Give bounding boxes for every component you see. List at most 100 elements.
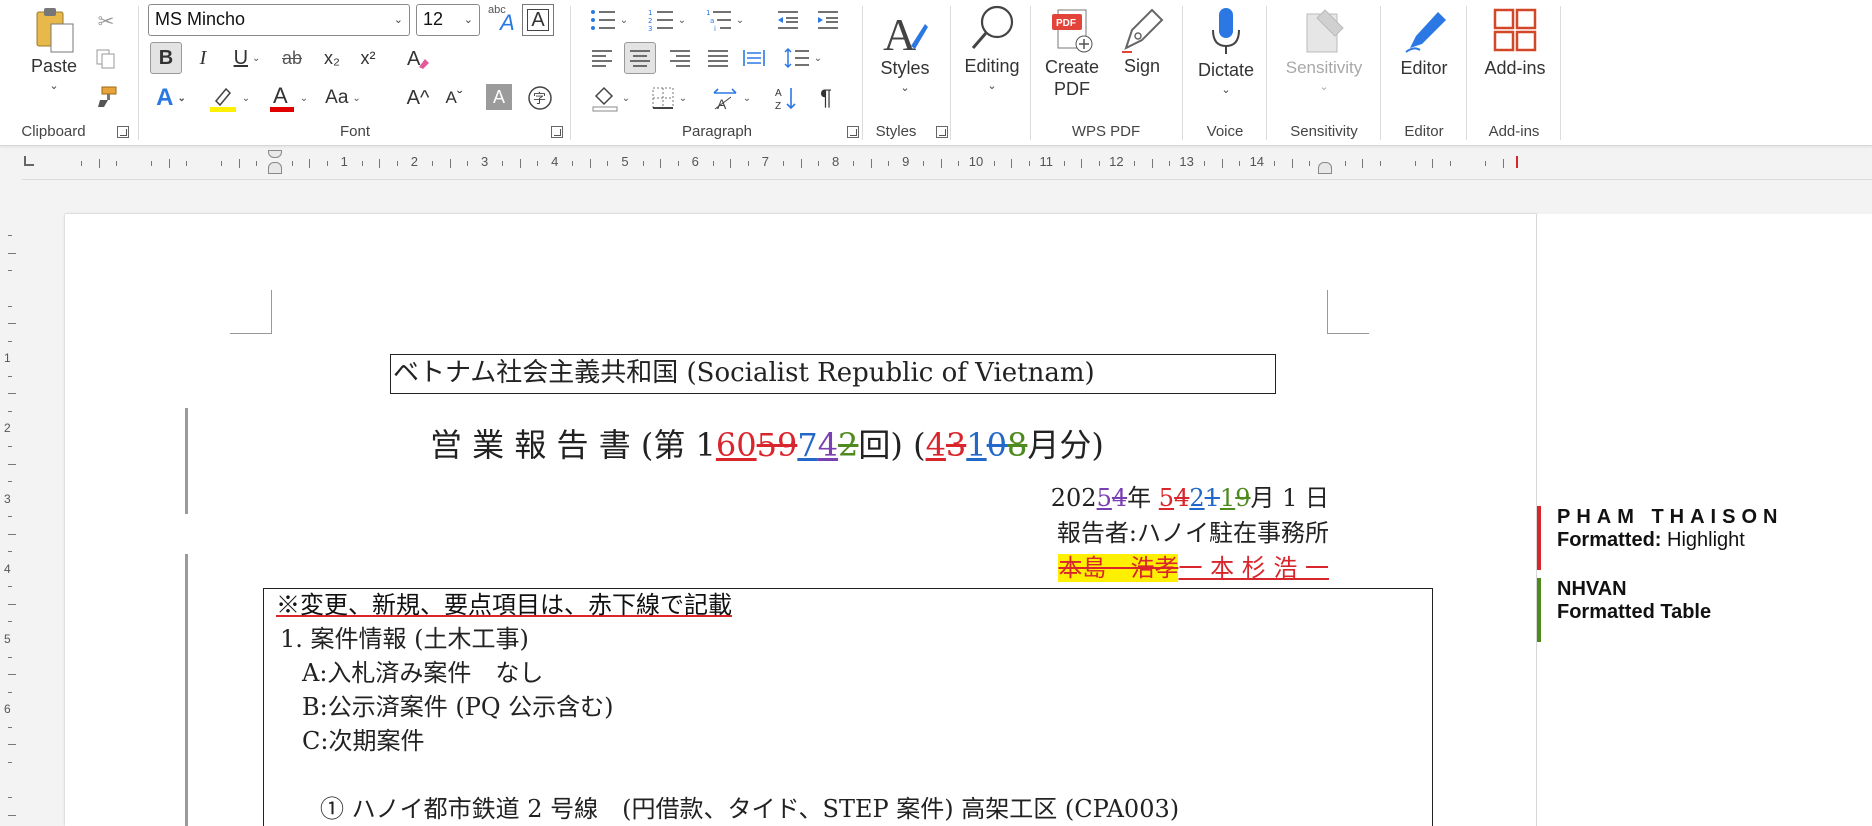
show-marks-button[interactable]: ¶ bbox=[810, 82, 842, 114]
ruler-tick bbox=[186, 161, 188, 166]
italic-button[interactable]: I bbox=[188, 42, 218, 74]
paste-button[interactable]: Paste ⌄ bbox=[24, 6, 84, 92]
reporter-name[interactable]: 本島 浩孝一 本 杉 浩 一 bbox=[1058, 552, 1329, 584]
addins-grid-icon bbox=[1493, 8, 1537, 52]
increase-indent-icon[interactable] bbox=[812, 4, 844, 36]
title-suffix: 月分) bbox=[1027, 426, 1104, 464]
comment-balloon[interactable]: NHVAN Formatted Table bbox=[1537, 578, 1867, 642]
ruler-tick bbox=[1133, 161, 1135, 166]
tab-selector-icon[interactable] bbox=[24, 156, 34, 166]
clear-formatting-icon[interactable]: abc A bbox=[486, 2, 522, 36]
paste-dropdown-icon[interactable]: ⌄ bbox=[24, 79, 84, 92]
table-row[interactable]: ① ハノイ都市鉄道 2 号線 (円借款、タイド、STEP 案件) 高架工区 (C… bbox=[320, 793, 1179, 825]
table-row[interactable]: C:次期案件 bbox=[302, 725, 424, 757]
right-indent-marker[interactable] bbox=[1318, 162, 1332, 174]
ruler-tick bbox=[1063, 161, 1065, 166]
editing-button[interactable]: Editing ⌄ bbox=[956, 2, 1028, 92]
ruler-tick bbox=[853, 161, 855, 166]
borders-button[interactable]: ⌄ bbox=[644, 82, 694, 114]
hanging-indent-marker[interactable] bbox=[268, 162, 282, 174]
sign-button[interactable]: Sign bbox=[1112, 6, 1172, 77]
underline-button[interactable]: U ⌄ bbox=[224, 42, 270, 74]
table-row[interactable]: ※変更、新規、要点項目は、赤下線で記載 bbox=[276, 589, 732, 621]
distributed-icon[interactable] bbox=[738, 42, 770, 74]
text-effects-button[interactable]: A ⌄ bbox=[148, 82, 194, 114]
ruler-tick bbox=[151, 161, 153, 166]
report-date[interactable]: 20254年 542119月 1 日 bbox=[1051, 482, 1329, 514]
change-case-button[interactable]: Aa ⌄ bbox=[318, 82, 368, 114]
divider bbox=[22, 179, 1872, 180]
report-title[interactable]: 営 業 報 告 書 (第 16059742回) (43108月分) bbox=[430, 424, 1104, 466]
table-row[interactable]: A:入札済み案件 なし bbox=[302, 657, 543, 689]
chevron-down-icon: ⌄ bbox=[621, 92, 631, 104]
clear-all-formatting-icon[interactable]: A bbox=[402, 42, 434, 74]
superscript-button[interactable]: x² bbox=[352, 42, 384, 74]
first-line-indent-marker[interactable] bbox=[268, 150, 282, 158]
paste-label: Paste bbox=[30, 56, 78, 76]
bullets-button[interactable]: ⌄ bbox=[584, 4, 634, 36]
numbering-button[interactable]: 123 ⌄ bbox=[642, 4, 692, 36]
ruler-tick bbox=[326, 161, 328, 166]
shading-button[interactable]: ⌄ bbox=[586, 82, 636, 114]
character-shading-button[interactable]: A bbox=[486, 84, 512, 110]
multilevel-list-button[interactable]: 1ai ⌄ bbox=[700, 4, 750, 36]
ruler-tick bbox=[1502, 159, 1504, 168]
format-painter-icon[interactable] bbox=[92, 84, 120, 110]
font-size-select[interactable]: 12 ⌄ bbox=[416, 4, 480, 36]
asian-layout-button[interactable]: A ⌄ bbox=[706, 82, 756, 114]
ruler-tick bbox=[8, 551, 12, 553]
reporter-line[interactable]: 報告者:ハノイ駐在事務所 bbox=[1057, 517, 1329, 549]
clipboard-launcher-icon[interactable] bbox=[117, 126, 129, 138]
ruler-tick bbox=[8, 726, 12, 728]
country-title-box[interactable]: ベトナム社会主義共和国 (Socialist Republic of Vietn… bbox=[390, 354, 1276, 394]
content-table[interactable]: ※変更、新規、要点項目は、赤下線で記載 1. 案件情報 (土木工事) A:入札済… bbox=[263, 588, 1433, 826]
editor-button[interactable]: Editor bbox=[1386, 6, 1462, 79]
paragraph-launcher-icon[interactable] bbox=[847, 126, 859, 138]
create-pdf-button[interactable]: PDF Create PDF bbox=[1040, 6, 1104, 100]
text-effects-icon: A bbox=[156, 84, 174, 111]
ruler-tick bbox=[923, 161, 925, 166]
ruler-label: 14 bbox=[1249, 154, 1265, 169]
strikethrough-button[interactable]: ab bbox=[274, 42, 310, 74]
chevron-down-icon: ⌄ bbox=[393, 14, 403, 26]
font-launcher-icon[interactable] bbox=[551, 126, 563, 138]
enclose-characters-icon[interactable]: 字 bbox=[524, 82, 556, 114]
sort-icon[interactable]: AZ bbox=[770, 82, 802, 114]
grow-font-button[interactable]: A^ bbox=[402, 82, 434, 114]
comment-balloon[interactable]: PHAM THAISON Formatted: Highlight bbox=[1537, 506, 1867, 570]
line-spacing-button[interactable]: ⌄ bbox=[778, 42, 828, 74]
font-family-select[interactable]: MS Mincho ⌄ bbox=[148, 4, 410, 36]
sensitivity-button[interactable]: Sensitivity ⌄ bbox=[1272, 6, 1376, 93]
chevron-down-icon: ⌄ bbox=[352, 92, 361, 104]
font-color-button[interactable]: A ⌄ bbox=[264, 82, 312, 114]
ruler-tick bbox=[8, 796, 12, 798]
svg-text:i: i bbox=[714, 25, 716, 31]
decrease-indent-icon[interactable] bbox=[772, 4, 804, 36]
document-page[interactable]: ベトナム社会主義共和国 (Socialist Republic of Vietn… bbox=[65, 214, 1537, 826]
divider bbox=[1466, 6, 1467, 140]
addins-group: Add-ins Add-ins bbox=[1468, 0, 1560, 146]
copy-icon[interactable] bbox=[92, 46, 120, 72]
ruler-tick bbox=[8, 410, 12, 412]
styles-button[interactable]: A Styles ⌄ bbox=[870, 6, 940, 94]
bold-button[interactable]: B bbox=[150, 42, 182, 74]
horizontal-ruler[interactable]: 1 2 3 4 5 6 7 8 9 10 11 12 13 14 bbox=[24, 150, 1524, 176]
cut-icon[interactable]: ✂ bbox=[92, 8, 120, 34]
subscript-button[interactable]: x₂ bbox=[316, 42, 348, 74]
shrink-font-button[interactable]: Aˇ bbox=[438, 82, 470, 114]
align-right-icon[interactable] bbox=[664, 42, 696, 74]
styles-launcher-icon[interactable] bbox=[936, 126, 948, 138]
highlight-color-button[interactable]: ⌄ bbox=[202, 82, 256, 114]
dictate-button[interactable]: Dictate ⌄ bbox=[1188, 6, 1264, 96]
inserted-text: 5 bbox=[1096, 484, 1112, 512]
vertical-ruler[interactable]: 1 2 3 4 5 6 bbox=[0, 180, 22, 826]
addins-button[interactable]: Add-ins bbox=[1472, 6, 1558, 79]
justify-icon[interactable] bbox=[702, 42, 734, 74]
table-row[interactable]: B:公示済案件 (PQ 公示含む) bbox=[302, 691, 614, 723]
character-border-icon[interactable]: A bbox=[522, 4, 554, 36]
align-left-icon[interactable] bbox=[586, 42, 618, 74]
table-row[interactable]: 1. 案件情報 (土木工事) bbox=[280, 623, 529, 655]
balloon-color-bar bbox=[1537, 506, 1541, 570]
create-pdf-icon: PDF bbox=[1052, 9, 1093, 53]
align-center-icon[interactable] bbox=[624, 42, 656, 74]
